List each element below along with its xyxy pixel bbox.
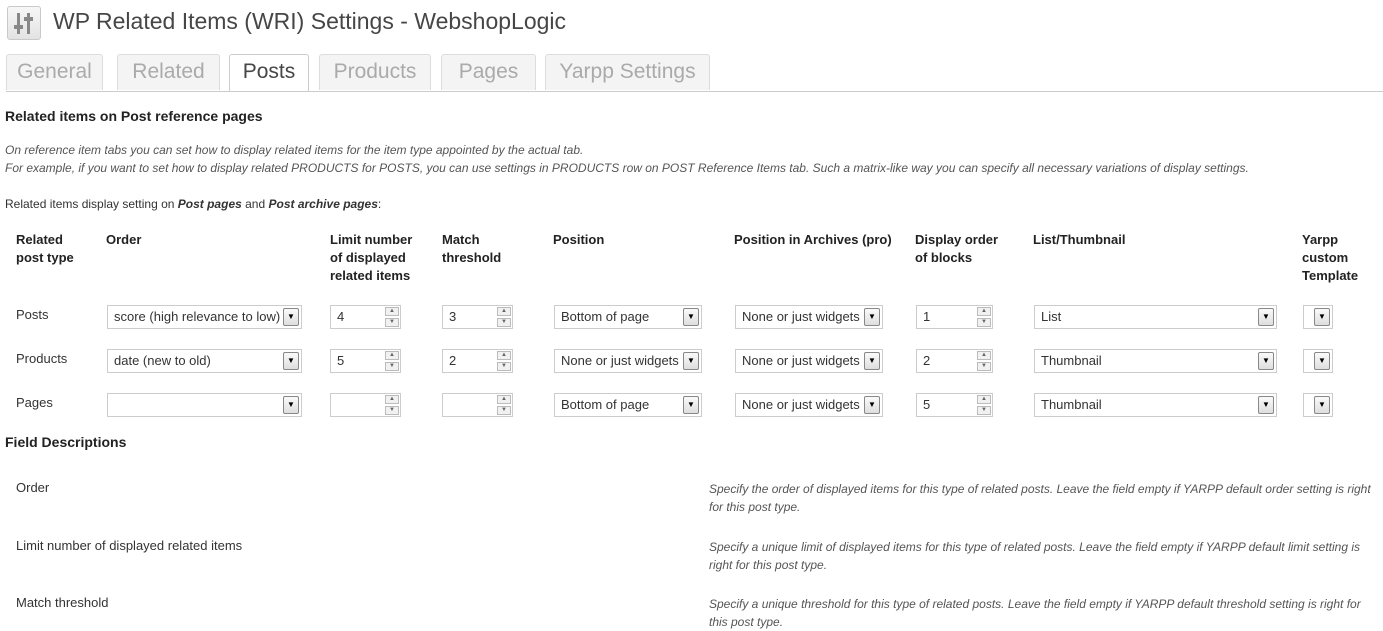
- threshold-spinner-pages[interactable]: ▲ ▼: [442, 393, 513, 417]
- page-title: WP Related Items (WRI) Settings - Websho…: [53, 8, 567, 34]
- field-descriptions-heading: Field Descriptions: [5, 434, 127, 450]
- display-order-spinner-products[interactable]: 2 ▲ ▼: [916, 349, 993, 373]
- list-thumbnail-select-pages[interactable]: Thumbnail ▼: [1034, 393, 1277, 417]
- position-select-pages[interactable]: Bottom of page ▼: [554, 393, 702, 417]
- field-desc-limit: Specify a unique limit of displayed item…: [709, 540, 1360, 572]
- dropdown-arrow-icon: ▼: [683, 352, 699, 370]
- dropdown-arrow-icon: ▼: [1258, 308, 1274, 326]
- dropdown-arrow-icon: ▼: [683, 308, 699, 326]
- spinner-arrows-icon[interactable]: ▲ ▼: [497, 307, 511, 327]
- settings-icon: [7, 6, 41, 40]
- yarpp-template-select-pages[interactable]: ▼: [1303, 393, 1333, 417]
- spinner-arrows-icon[interactable]: ▲ ▼: [977, 307, 991, 327]
- header-limit: Limit number of displayed related items: [330, 232, 413, 283]
- dropdown-arrow-icon: ▼: [1314, 308, 1330, 326]
- spinner-arrows-icon[interactable]: ▲ ▼: [977, 395, 991, 415]
- tab-yarpp-settings[interactable]: Yarpp Settings: [545, 54, 710, 90]
- spinner-arrows-icon[interactable]: ▲ ▼: [497, 351, 511, 371]
- yarpp-template-select-posts[interactable]: ▼: [1303, 305, 1333, 329]
- row-label-posts: Posts: [16, 307, 49, 322]
- limit-spinner-pages[interactable]: ▲ ▼: [330, 393, 401, 417]
- order-select-posts[interactable]: score (high relevance to low) ▼: [107, 305, 302, 329]
- tab-bar: General Related Posts Products Pages Yar…: [6, 54, 1383, 92]
- field-label-order: Order: [16, 480, 50, 495]
- spinner-arrows-icon[interactable]: ▲ ▼: [497, 395, 511, 415]
- dropdown-arrow-icon: ▼: [1314, 352, 1330, 370]
- position-archives-select-posts[interactable]: None or just widgets ▼: [735, 305, 883, 329]
- position-archives-select-pages[interactable]: None or just widgets ▼: [735, 393, 883, 417]
- display-setting-intro: Related items display setting on Post pa…: [5, 197, 382, 211]
- field-desc-threshold: Specify a unique threshold for this type…: [709, 597, 1361, 629]
- order-select-pages[interactable]: ▼: [107, 393, 302, 417]
- row-label-pages: Pages: [16, 395, 53, 410]
- header-list-thumbnail: List/Thumbnail: [1033, 232, 1126, 247]
- display-order-spinner-pages[interactable]: 5 ▲ ▼: [916, 393, 993, 417]
- section-heading: Related items on Post reference pages: [5, 108, 263, 124]
- yarpp-template-select-products[interactable]: ▼: [1303, 349, 1333, 373]
- tab-related[interactable]: Related: [117, 54, 220, 90]
- dropdown-arrow-icon: ▼: [864, 352, 880, 370]
- list-thumbnail-select-products[interactable]: Thumbnail ▼: [1034, 349, 1277, 373]
- header-yarpp-template: Yarpp custom Template: [1302, 232, 1359, 283]
- dropdown-arrow-icon: ▼: [283, 308, 299, 326]
- tab-products[interactable]: Products: [319, 54, 431, 90]
- tab-pages[interactable]: Pages: [441, 54, 536, 90]
- limit-spinner-products[interactable]: 5 ▲ ▼: [330, 349, 401, 373]
- header-order: Order: [106, 232, 142, 247]
- dropdown-arrow-icon: ▼: [683, 396, 699, 414]
- header-position-archives: Position in Archives (pro): [734, 232, 892, 247]
- threshold-spinner-posts[interactable]: 3 ▲ ▼: [442, 305, 513, 329]
- limit-spinner-posts[interactable]: 4 ▲ ▼: [330, 305, 401, 329]
- spinner-arrows-icon[interactable]: ▲ ▼: [977, 351, 991, 371]
- dropdown-arrow-icon: ▼: [283, 352, 299, 370]
- position-select-products[interactable]: None or just widgets ▼: [554, 349, 702, 373]
- display-order-spinner-posts[interactable]: 1 ▲ ▼: [916, 305, 993, 329]
- spinner-arrows-icon[interactable]: ▲ ▼: [385, 307, 399, 327]
- dropdown-arrow-icon: ▼: [1314, 396, 1330, 414]
- dropdown-arrow-icon: ▼: [864, 396, 880, 414]
- section-note-line1: On reference item tabs you can set how t…: [5, 143, 584, 157]
- position-select-posts[interactable]: Bottom of page ▼: [554, 305, 702, 329]
- dropdown-arrow-icon: ▼: [864, 308, 880, 326]
- threshold-spinner-products[interactable]: 2 ▲ ▼: [442, 349, 513, 373]
- dropdown-arrow-icon: ▼: [1258, 352, 1274, 370]
- header-display-order: Display order of blocks: [915, 232, 999, 265]
- header-position: Position: [553, 232, 605, 247]
- header-threshold: Match threshold: [442, 232, 502, 265]
- row-label-products: Products: [16, 351, 68, 366]
- field-label-limit: Limit number of displayed related items: [16, 538, 243, 553]
- position-archives-select-products[interactable]: None or just widgets ▼: [735, 349, 883, 373]
- header-post-type: Related post type: [16, 232, 74, 265]
- dropdown-arrow-icon: ▼: [283, 396, 299, 414]
- tab-posts[interactable]: Posts: [229, 54, 309, 91]
- dropdown-arrow-icon: ▼: [1258, 396, 1274, 414]
- section-note-line2: For example, if you want to set how to d…: [5, 161, 1249, 175]
- tab-general[interactable]: General: [6, 54, 103, 90]
- spinner-arrows-icon[interactable]: ▲ ▼: [385, 395, 399, 415]
- field-label-threshold: Match threshold: [16, 595, 109, 610]
- spinner-arrows-icon[interactable]: ▲ ▼: [385, 351, 399, 371]
- field-desc-order: Specify the order of displayed items for…: [709, 482, 1371, 514]
- list-thumbnail-select-posts[interactable]: List ▼: [1034, 305, 1277, 329]
- order-select-products[interactable]: date (new to old) ▼: [107, 349, 302, 373]
